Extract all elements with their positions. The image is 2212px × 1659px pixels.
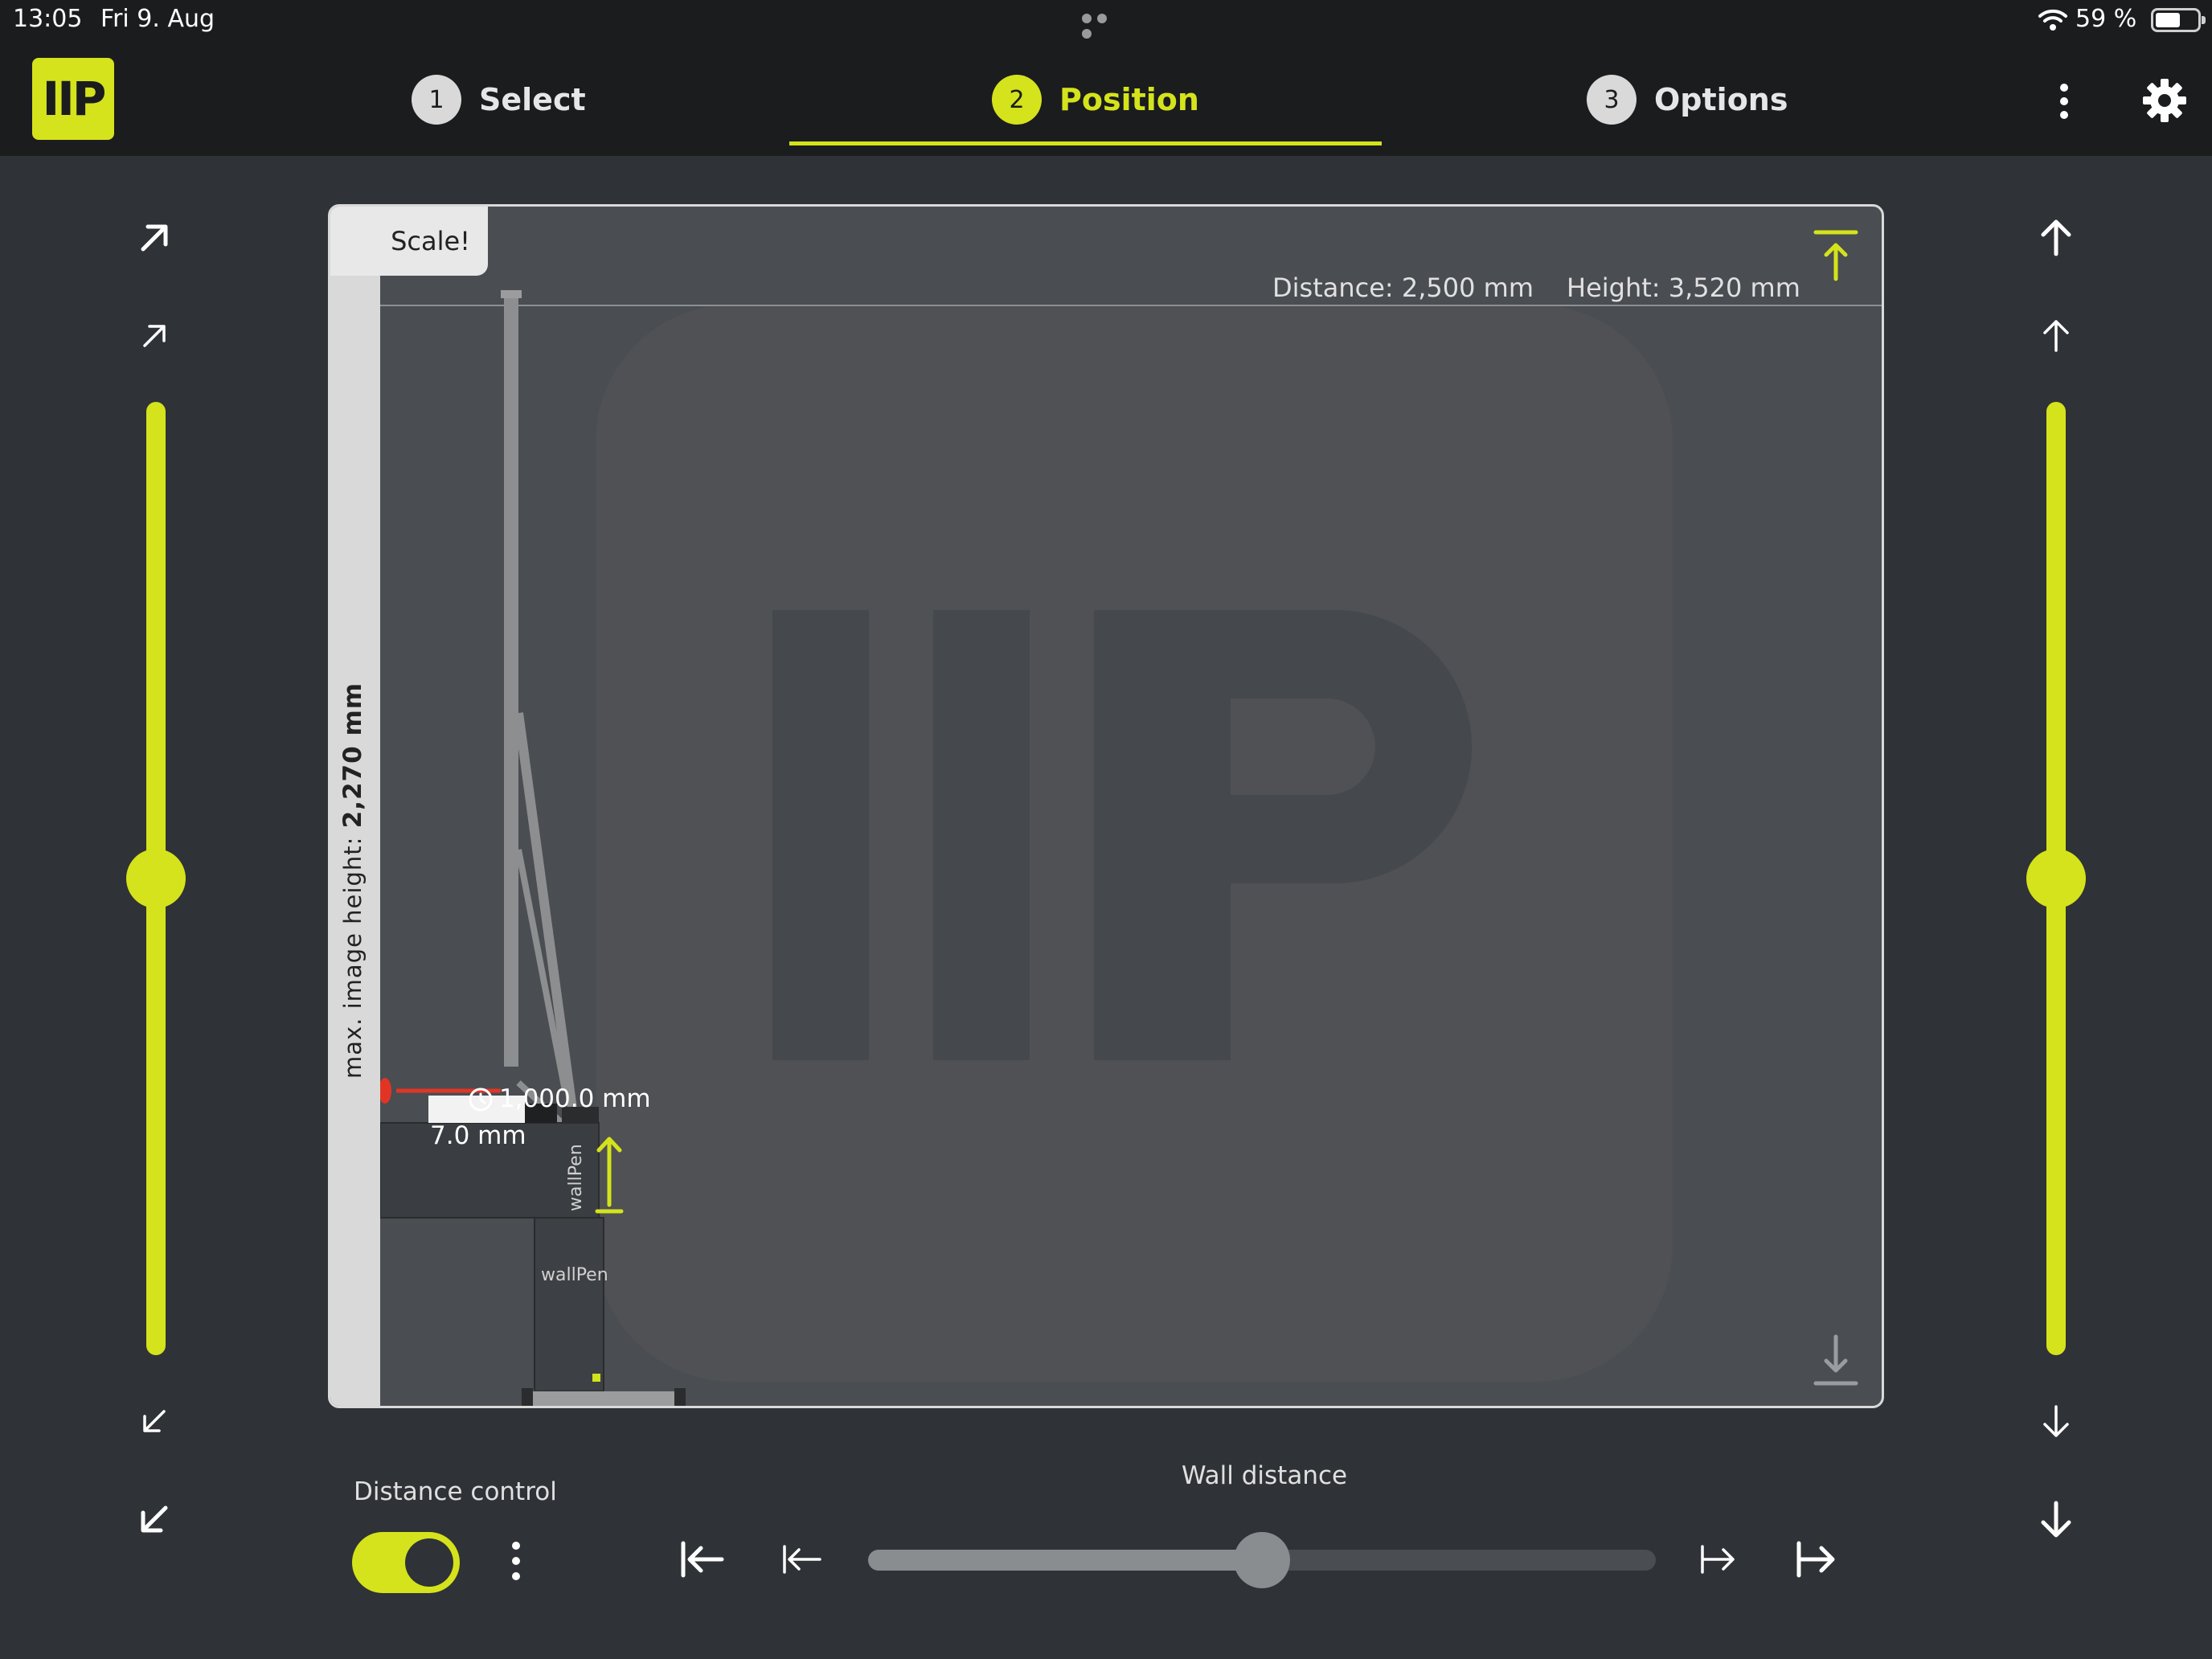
app-logo[interactable]: IIP (32, 58, 114, 140)
carriage-step-value: 7.0 mm (430, 1121, 526, 1150)
svg-text:wallPen: wallPen (566, 1144, 586, 1211)
app-header: IIP 1 Select 2 Position 3 Options (0, 42, 2212, 156)
left-slider-thumb[interactable] (126, 849, 186, 908)
distance-control-label: Distance control (354, 1477, 557, 1506)
arrow-down-fast-icon[interactable] (2032, 1495, 2080, 1543)
max-image-height: max. image height: 2,270 mm (338, 682, 367, 1079)
carriage-offset-value: 1,000.0 mm (499, 1084, 651, 1113)
wifi-icon (2038, 9, 2067, 31)
move-to-top-icon[interactable] (1811, 227, 1861, 285)
preview-canvas[interactable]: Scale! max. image height: 2,270 mm Dista… (328, 204, 1884, 1408)
active-tab-indicator (789, 141, 1382, 145)
scale-button[interactable]: Scale! (330, 207, 488, 276)
distance-control-toggle[interactable] (352, 1532, 460, 1593)
distance-control-more-icon[interactable] (506, 1538, 526, 1583)
step-number: 3 (1587, 75, 1636, 125)
move-right-icon[interactable] (1694, 1537, 1746, 1582)
tab-options[interactable]: 3 Options (1587, 74, 1788, 125)
wallpen-machine: wallPen wallPen (380, 290, 686, 1406)
status-date: Fri 9. Aug (100, 5, 215, 33)
tab-select[interactable]: 1 Select (412, 74, 586, 125)
wall-distance-label: Wall distance (1182, 1461, 1348, 1490)
right-slider-thumb[interactable] (2026, 849, 2086, 908)
step-label: Options (1654, 82, 1788, 117)
gear-icon[interactable] (2141, 77, 2188, 124)
move-left-fast-icon[interactable] (677, 1537, 728, 1582)
battery-icon (2151, 8, 2206, 32)
move-to-bottom-icon[interactable] (1811, 1332, 1861, 1390)
wall-distance-slider[interactable] (868, 1532, 1656, 1588)
arrow-up-icon[interactable] (2032, 312, 2080, 360)
step-number: 1 (412, 75, 461, 125)
max-height-label: max. image height: (339, 828, 367, 1079)
more-options-icon[interactable] (2048, 79, 2080, 124)
diagonal-down-fast-icon[interactable] (130, 1495, 178, 1543)
tab-position[interactable]: 2 Position (992, 74, 1199, 125)
wall-distance-thumb[interactable] (1234, 1532, 1290, 1588)
distance-readout: Distance: 2,500 mm (1272, 272, 1534, 303)
stopwatch-icon (469, 1088, 493, 1112)
diagonal-up-fast-icon[interactable] (130, 214, 178, 262)
toggle-knob (405, 1538, 453, 1587)
status-time: 13:05 (13, 5, 83, 33)
arrow-down-icon[interactable] (2032, 1397, 2080, 1445)
logo-watermark (596, 305, 1673, 1382)
multitasking-dots-icon[interactable] (1082, 11, 1127, 39)
step-number: 2 (992, 75, 1042, 125)
svg-text:wallPen: wallPen (541, 1265, 608, 1285)
max-height-value: 2,270 mm (338, 682, 367, 829)
arrow-up-fast-icon[interactable] (2032, 214, 2080, 262)
height-readout: Height: 3,520 mm (1567, 272, 1800, 303)
status-bar: 13:05 Fri 9. Aug 59 % (0, 0, 2212, 42)
wall-distance-fill (868, 1550, 1262, 1571)
step-label: Select (479, 82, 586, 117)
move-right-fast-icon[interactable] (1792, 1537, 1844, 1582)
carriage-offset: 1,000.0 mm (467, 1084, 651, 1113)
battery-percentage: 59 % (2075, 5, 2137, 33)
diagonal-up-icon[interactable] (130, 312, 178, 360)
diagonal-down-icon[interactable] (130, 1397, 178, 1445)
step-label: Position (1059, 82, 1199, 117)
move-left-icon[interactable] (776, 1537, 828, 1582)
